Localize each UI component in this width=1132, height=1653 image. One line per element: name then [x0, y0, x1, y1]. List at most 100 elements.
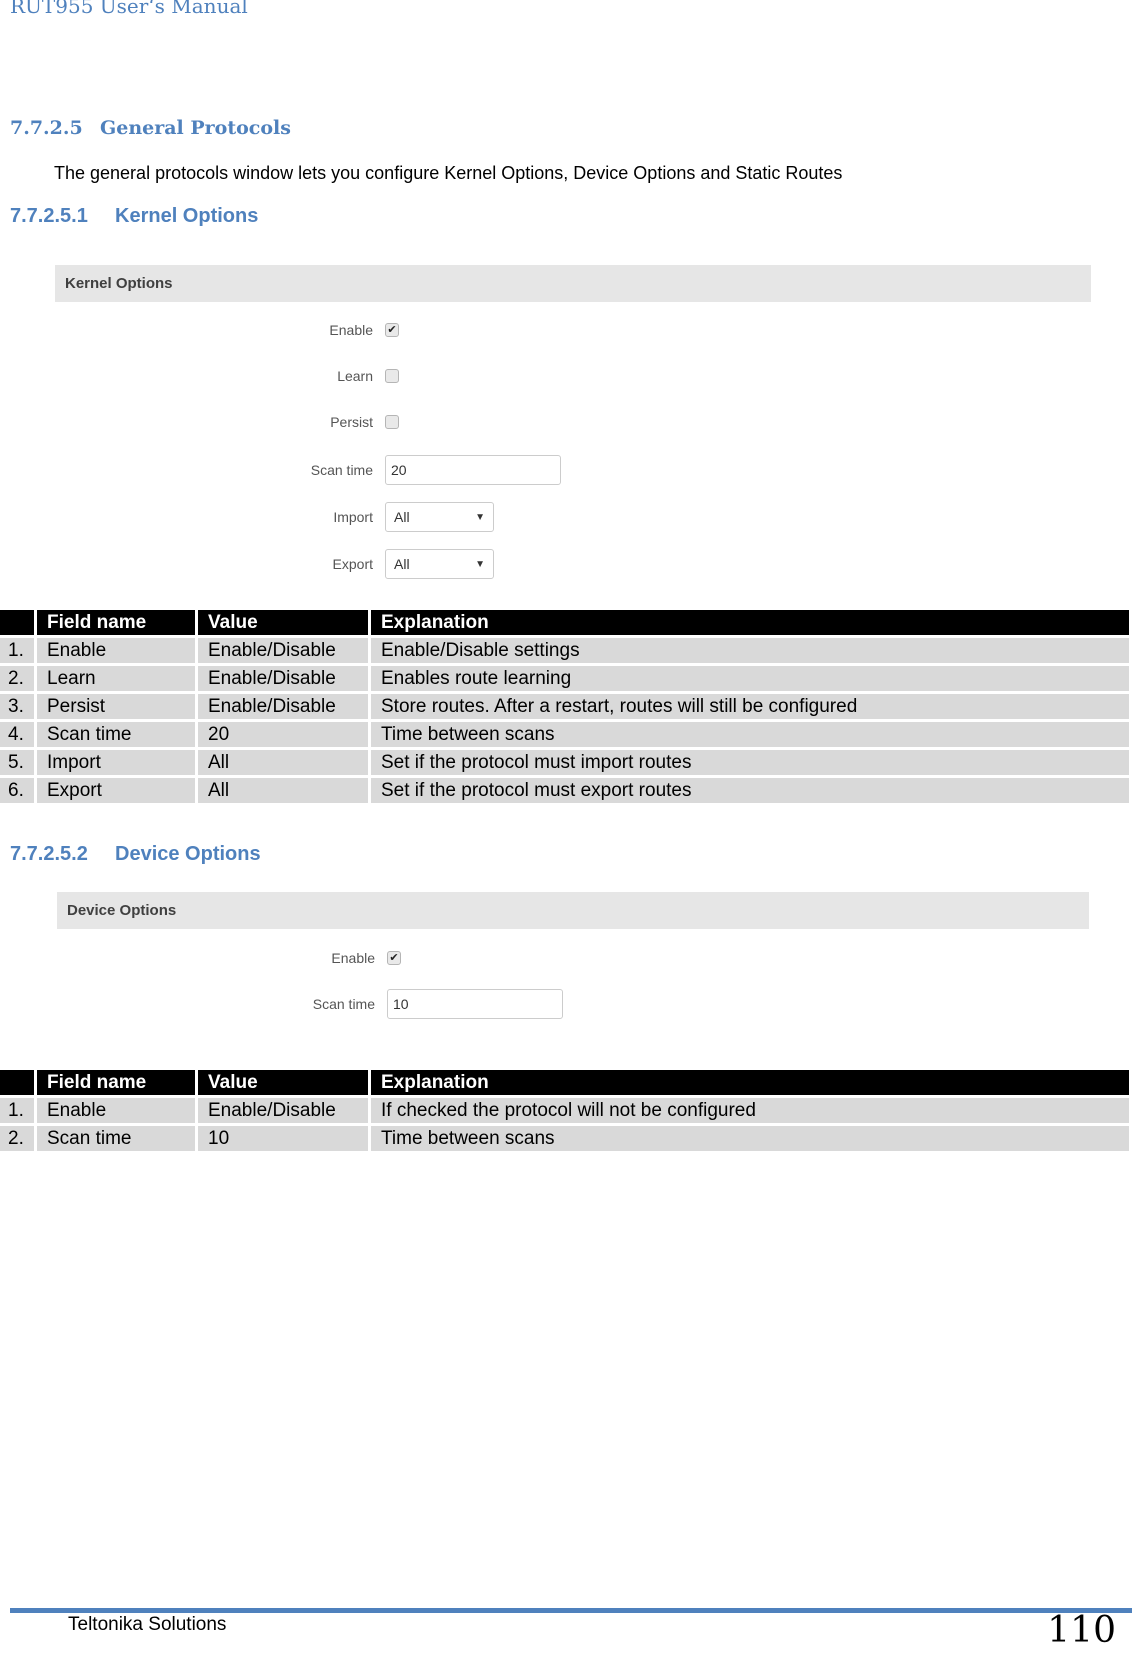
kernel-export-select[interactable]: All ▼ — [385, 549, 494, 579]
device-enable-label: Enable — [331, 950, 375, 966]
table-row: 2. Scan time 10 Time between scans — [0, 1126, 1129, 1151]
row-number: 2. — [0, 666, 34, 691]
row-field-name: Persist — [37, 694, 195, 719]
table-header-explanation: Explanation — [371, 1070, 1129, 1095]
device-options-panel: Device Options Enable ✔ Scan time 10 — [57, 892, 1089, 1022]
row-explanation: Enables route learning — [371, 666, 1129, 691]
kernel-options-table: Field name Value Explanation 1. Enable E… — [0, 607, 1132, 806]
kernel-import-value: All — [394, 509, 410, 525]
dropdown-arrow-icon: ▼ — [475, 558, 485, 570]
row-value: Enable/Disable — [198, 1098, 368, 1123]
kernel-import-label: Import — [333, 509, 373, 525]
kernel-export-label: Export — [332, 556, 373, 572]
kernel-enable-label: Enable — [329, 322, 373, 338]
device-options-table: Field name Value Explanation 1. Enable E… — [0, 1067, 1132, 1154]
checkmark-icon: ✔ — [389, 951, 399, 964]
kernel-persist-checkbox[interactable] — [385, 415, 399, 429]
row-value: 20 — [198, 722, 368, 747]
kernel-export-row: Export All ▼ — [295, 549, 494, 579]
kernel-export-value: All — [394, 556, 410, 572]
device-scan-time-input[interactable]: 10 — [387, 989, 563, 1019]
kernel-scan-time-input[interactable]: 20 — [385, 455, 561, 485]
row-number: 1. — [0, 1098, 34, 1123]
row-value: Enable/Disable — [198, 694, 368, 719]
row-field-name: Enable — [37, 638, 195, 663]
row-value: All — [198, 750, 368, 775]
table-row: 6. Export All Set if the protocol must e… — [0, 778, 1129, 803]
row-explanation: Enable/Disable settings — [371, 638, 1129, 663]
device-scan-time-row: Scan time 10 — [297, 989, 563, 1019]
table-row: 1. Enable Enable/Disable Enable/Disable … — [0, 638, 1129, 663]
kernel-learn-checkbox[interactable] — [385, 369, 399, 383]
row-number: 6. — [0, 778, 34, 803]
table-header-row: Field name Value Explanation — [0, 1070, 1129, 1095]
kernel-scan-time-label: Scan time — [310, 462, 373, 478]
kernel-options-panel: Kernel Options Enable ✔ Learn Persist Sc… — [55, 265, 1091, 579]
row-field-name: Scan time — [37, 1126, 195, 1151]
device-options-heading: 7.7.2.5.2 Device Options — [10, 843, 261, 866]
kernel-learn-row: Learn — [295, 368, 399, 384]
device-enable-checkbox[interactable]: ✔ — [387, 951, 401, 965]
table-row: 4. Scan time 20 Time between scans — [0, 722, 1129, 747]
device-options-title: Device Options — [115, 843, 261, 865]
kernel-options-panel-header: Kernel Options — [55, 265, 1091, 302]
table-header-explanation: Explanation — [371, 610, 1129, 635]
dropdown-arrow-icon: ▼ — [475, 511, 485, 523]
table-row: 5. Import All Set if the protocol must i… — [0, 750, 1129, 775]
device-options-panel-header: Device Options — [57, 892, 1089, 929]
kernel-options-heading: 7.7.2.5.1 Kernel Options — [10, 205, 258, 228]
section-heading: 7.7.2.5 General Protocols — [10, 117, 291, 139]
table-row: 1. Enable Enable/Disable If checked the … — [0, 1098, 1129, 1123]
page-number: 110 — [1047, 1610, 1116, 1651]
row-field-name: Enable — [37, 1098, 195, 1123]
device-enable-row: Enable ✔ — [297, 950, 401, 966]
row-number: 4. — [0, 722, 34, 747]
kernel-enable-checkbox[interactable]: ✔ — [385, 323, 399, 337]
table-row: 3. Persist Enable/Disable Store routes. … — [0, 694, 1129, 719]
table-header-value: Value — [198, 1070, 368, 1095]
section-number: 7.7.2.5 — [10, 117, 83, 139]
row-field-name: Learn — [37, 666, 195, 691]
kernel-persist-row: Persist — [295, 414, 399, 430]
kernel-options-number: 7.7.2.5.1 — [10, 205, 88, 227]
row-number: 3. — [0, 694, 34, 719]
table-header-number — [0, 1070, 34, 1095]
intro-paragraph: The general protocols window lets you co… — [54, 163, 843, 183]
row-number: 2. — [0, 1126, 34, 1151]
row-explanation: If checked the protocol will not be conf… — [371, 1098, 1129, 1123]
row-explanation: Time between scans — [371, 722, 1129, 747]
footer-company: Teltonika Solutions — [68, 1614, 227, 1635]
running-header: RUT955 User‘s Manual — [10, 0, 248, 18]
row-field-name: Scan time — [37, 722, 195, 747]
kernel-enable-row: Enable ✔ — [295, 322, 399, 338]
row-number: 1. — [0, 638, 34, 663]
row-field-name: Import — [37, 750, 195, 775]
row-explanation: Set if the protocol must import routes — [371, 750, 1129, 775]
checkmark-icon: ✔ — [387, 323, 397, 336]
row-value: All — [198, 778, 368, 803]
row-explanation: Store routes. After a restart, routes wi… — [371, 694, 1129, 719]
device-options-number: 7.7.2.5.2 — [10, 843, 88, 865]
footer-rule — [10, 1608, 1132, 1613]
row-value: Enable/Disable — [198, 666, 368, 691]
row-explanation: Set if the protocol must export routes — [371, 778, 1129, 803]
kernel-learn-label: Learn — [337, 368, 373, 384]
row-value: Enable/Disable — [198, 638, 368, 663]
section-title: General Protocols — [100, 117, 291, 139]
kernel-import-select[interactable]: All ▼ — [385, 502, 494, 532]
kernel-options-title: Kernel Options — [115, 205, 259, 227]
table-header-field-name: Field name — [37, 610, 195, 635]
kernel-scan-time-row: Scan time 20 — [295, 455, 561, 485]
device-scan-time-label: Scan time — [312, 996, 375, 1012]
kernel-persist-label: Persist — [330, 414, 373, 430]
table-header-field-name: Field name — [37, 1070, 195, 1095]
kernel-import-row: Import All ▼ — [295, 502, 494, 532]
table-row: 2. Learn Enable/Disable Enables route le… — [0, 666, 1129, 691]
table-header-number — [0, 610, 34, 635]
row-number: 5. — [0, 750, 34, 775]
row-value: 10 — [198, 1126, 368, 1151]
table-header-row: Field name Value Explanation — [0, 610, 1129, 635]
table-header-value: Value — [198, 610, 368, 635]
row-field-name: Export — [37, 778, 195, 803]
row-explanation: Time between scans — [371, 1126, 1129, 1151]
